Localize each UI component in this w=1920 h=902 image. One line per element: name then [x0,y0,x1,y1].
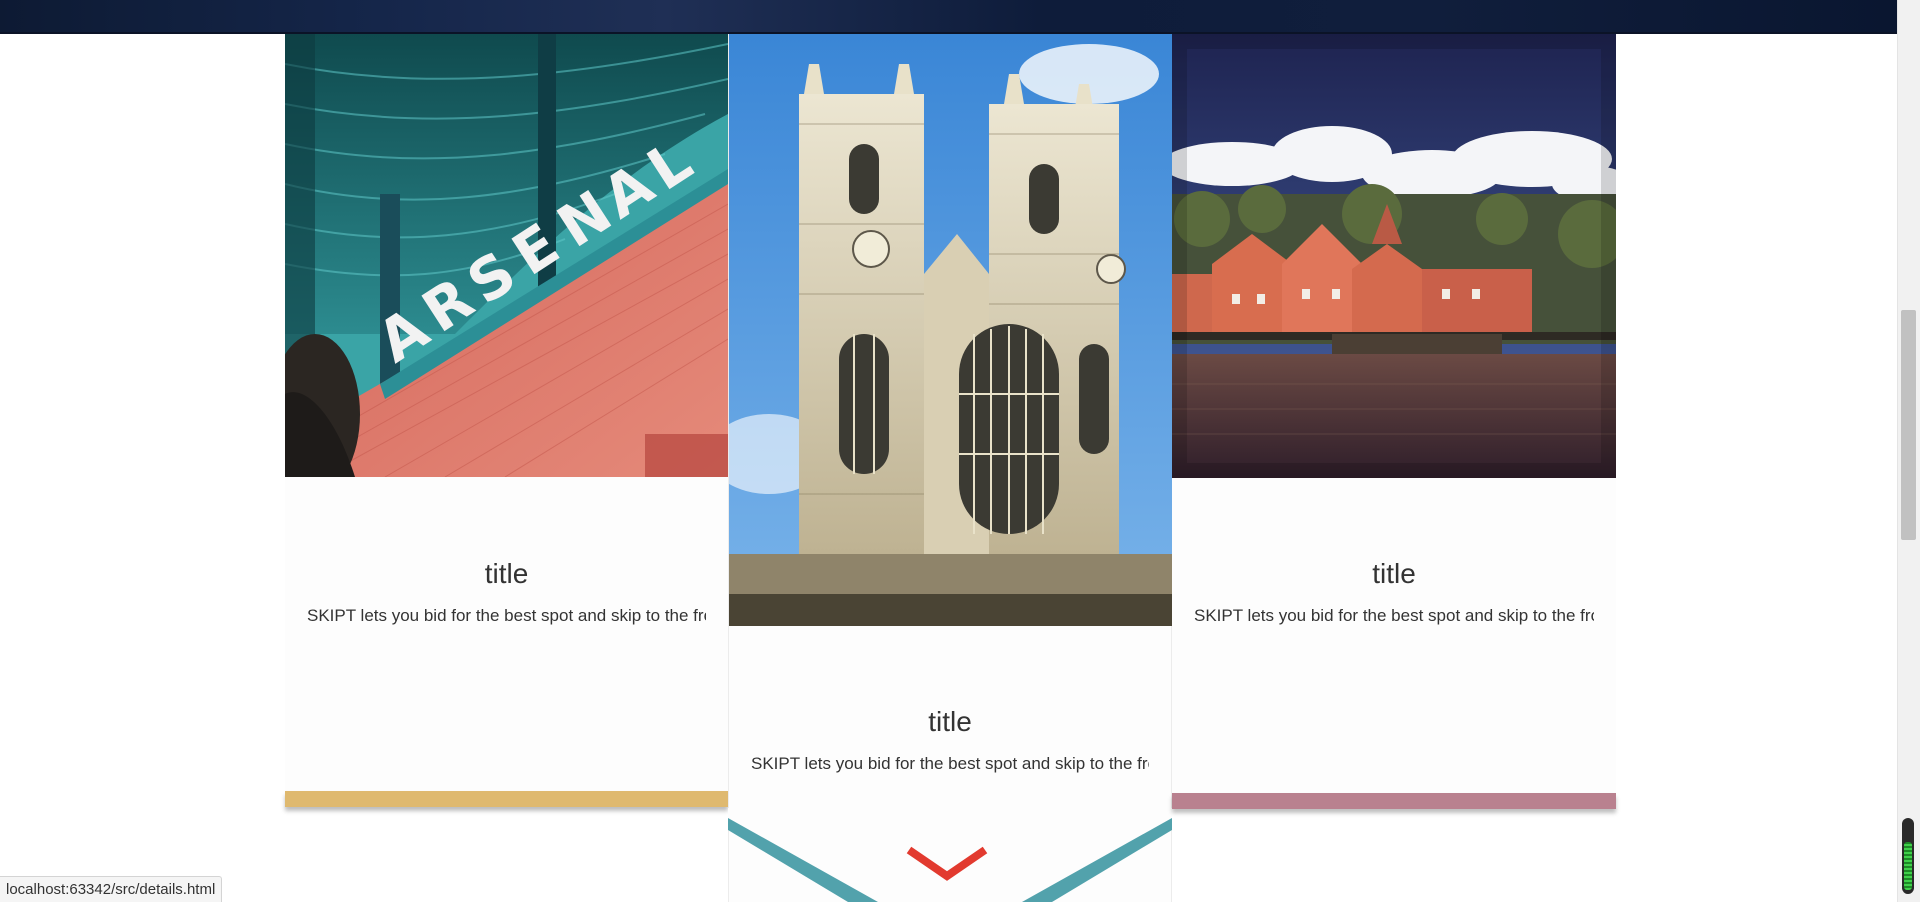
page: A R S E N A L title SKIPT lets you bid f… [0,0,1920,902]
card-accent-bar [1172,793,1616,809]
card-description: SKIPT lets you bid for the best spot and… [307,606,706,625]
vertical-scrollbar[interactable] [1897,0,1920,902]
card-title: title [1372,558,1416,589]
card-description: SKIPT lets you bid for the best spot and… [751,754,1149,773]
card-left[interactable]: A R S E N A L title SKIPT lets you bid f… [285,34,728,809]
card-right[interactable]: title SKIPT lets you bid for the best sp… [1172,34,1616,809]
scrollbar-thumb[interactable] [1901,310,1916,540]
harbor-town-photo [1172,34,1616,478]
scroll-meter-icon [1902,818,1914,894]
card-accent-bar [285,791,728,807]
card-title: title [928,706,972,737]
card-title: title [484,558,529,589]
status-bar-url: localhost:63342/src/details.html [0,876,223,902]
arsenal-stadium-photo: A R S E N A L [285,34,728,477]
card-description: SKIPT lets you bid for the best spot and… [1194,606,1594,625]
hero-banner-bottom-edge [0,0,1898,34]
card-center[interactable]: title SKIPT lets you bid for the best sp… [728,34,1173,902]
chevron-down-icon[interactable] [905,846,989,882]
cathedral-photo [729,34,1173,626]
